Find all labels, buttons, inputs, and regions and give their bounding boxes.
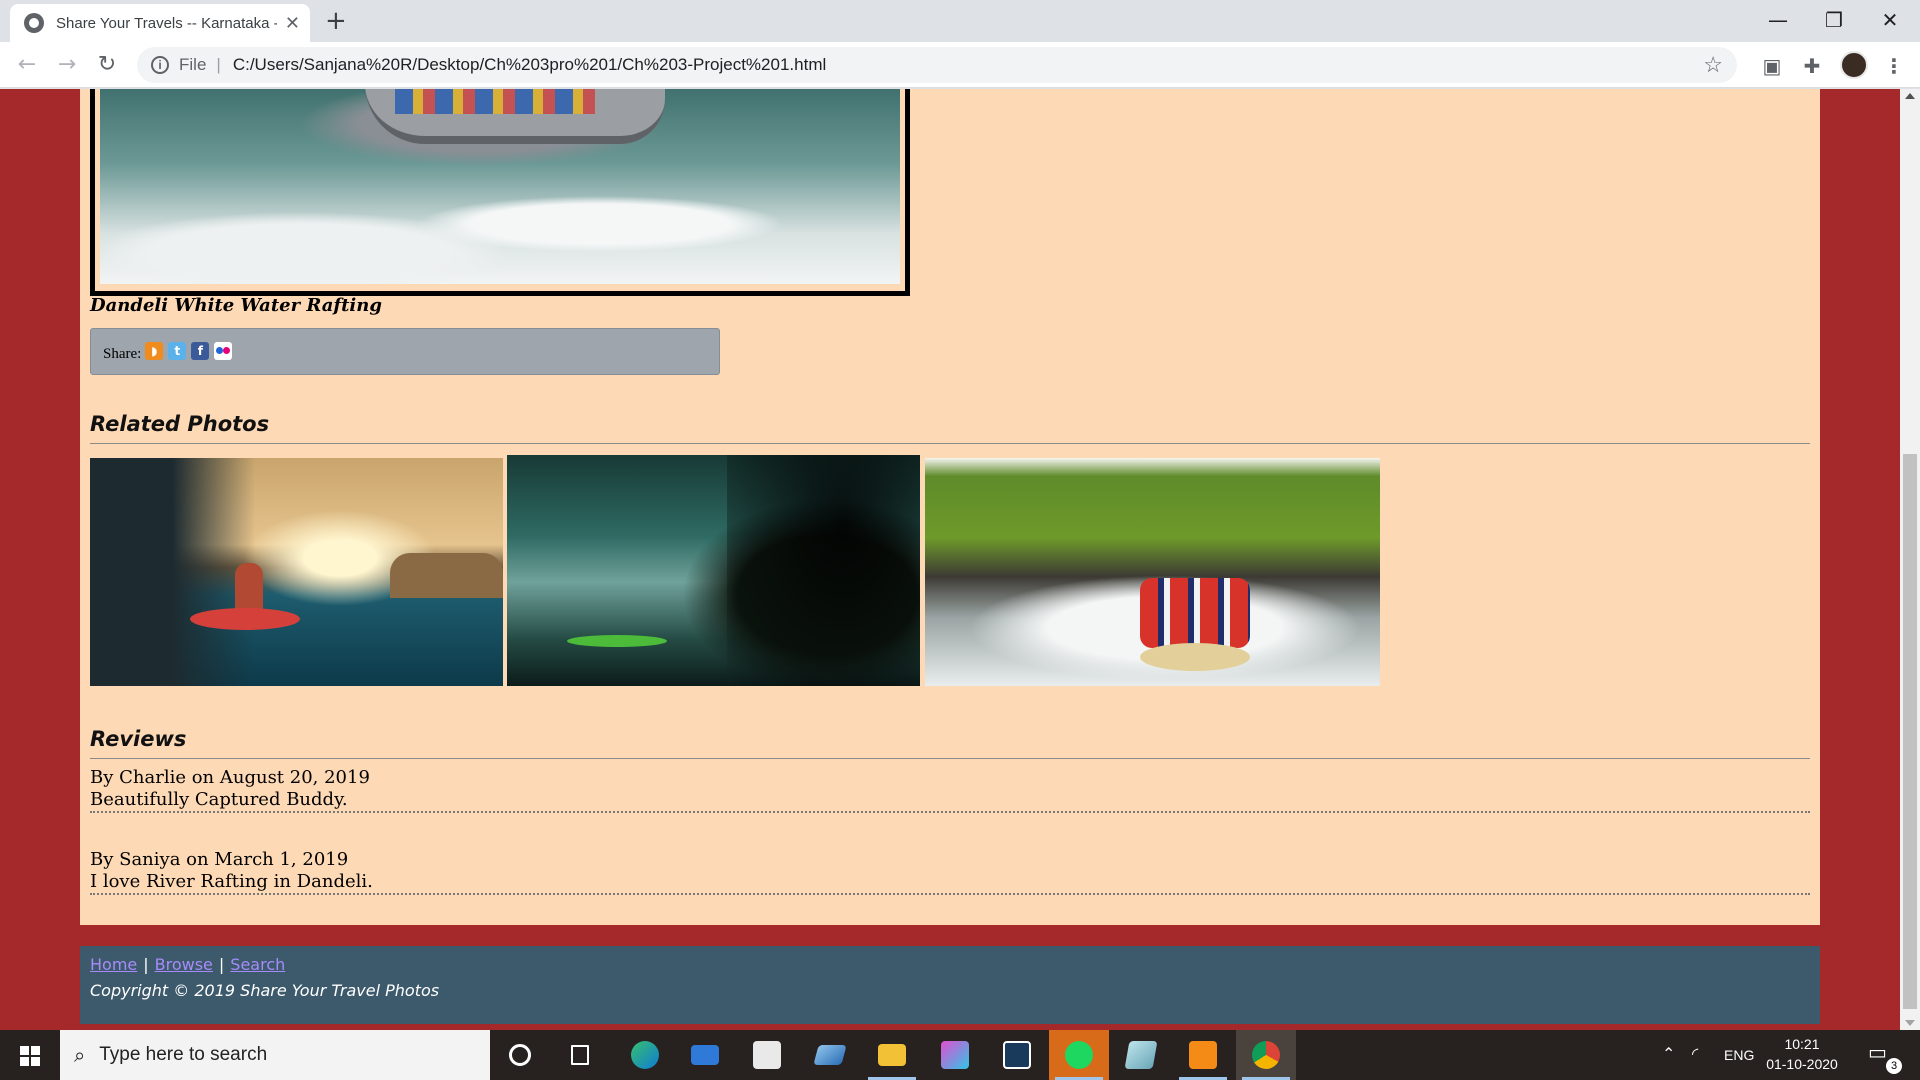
- notification-center-icon[interactable]: ▭ 3: [1868, 1040, 1902, 1074]
- share-box: Share: ◗ t f: [90, 328, 720, 375]
- search-placeholder: Type here to search: [99, 1044, 268, 1065]
- wifi-icon[interactable]: ◜: [1692, 1030, 1698, 1080]
- start-button[interactable]: [0, 1030, 60, 1080]
- flickr-icon[interactable]: [214, 341, 233, 360]
- cliff-shape: [390, 553, 503, 598]
- kayak-shape: [567, 635, 667, 647]
- kayak-shape: [190, 608, 300, 630]
- facebook-icon[interactable]: f: [191, 341, 210, 360]
- sublime-text-icon[interactable]: [1173, 1030, 1233, 1080]
- scrollbar-thumb[interactable]: [1903, 454, 1917, 1009]
- related-photos-heading: Related Photos: [90, 412, 270, 436]
- url-text[interactable]: C:/Users/Sanjana%20R/Desktop/Ch%203pro%2…: [233, 55, 826, 75]
- mail-icon[interactable]: [675, 1030, 735, 1080]
- paddler-shape: [235, 563, 263, 613]
- paint3d-icon[interactable]: [925, 1030, 985, 1080]
- footer-link-home[interactable]: Home: [90, 955, 137, 974]
- review-text: I love River Rafting in Dandeli.: [90, 871, 373, 892]
- related-divider: [90, 443, 1810, 444]
- scroll-down-arrow-icon[interactable]: [1905, 1020, 1915, 1026]
- notification-count: 3: [1886, 1058, 1902, 1074]
- main-photo-rafting: [90, 89, 910, 296]
- extensions-puzzle-icon[interactable]: ✚: [1798, 52, 1826, 80]
- tab-strip: Share Your Travels -- Karnataka - ✕ + — …: [0, 0, 1920, 42]
- page-scrollbar[interactable]: [1900, 89, 1920, 1030]
- clock-time: 10:21: [1784, 1036, 1820, 1052]
- rafters-shape: [1140, 578, 1250, 648]
- info-icon[interactable]: i: [151, 56, 169, 74]
- store-icon[interactable]: [737, 1030, 797, 1080]
- related-photo-kayak-sunset[interactable]: [90, 458, 503, 686]
- clock-date: 01-10-2020: [1766, 1056, 1838, 1072]
- minimize-button[interactable]: —: [1750, 2, 1806, 38]
- windows-logo-icon: [20, 1046, 40, 1066]
- footer-link-browse[interactable]: Browse: [155, 955, 213, 974]
- restore-button[interactable]: ❐: [1806, 2, 1862, 38]
- review-item: By Saniya on March 1, 2019 I love River …: [90, 849, 1810, 895]
- rss-icon[interactable]: ◗: [145, 341, 164, 360]
- edge-icon[interactable]: [615, 1030, 675, 1080]
- reload-icon[interactable]: ↻: [92, 50, 122, 80]
- new-tab-button[interactable]: +: [325, 6, 347, 36]
- cortana-icon[interactable]: [490, 1030, 550, 1080]
- language-indicator[interactable]: ENG: [1724, 1030, 1754, 1080]
- twitter-icon[interactable]: t: [168, 341, 187, 360]
- raft-shape: [1140, 643, 1250, 671]
- page-viewport: Dandeli White Water Rafting Share: ◗ t f…: [0, 89, 1900, 1030]
- notes-icon[interactable]: [1111, 1030, 1171, 1080]
- browser-tab[interactable]: Share Your Travels -- Karnataka - ✕: [10, 4, 310, 42]
- spotify-icon[interactable]: [1049, 1030, 1109, 1080]
- url-separator: |: [216, 55, 221, 74]
- footer-links: Home | Browse | Search: [90, 952, 1810, 978]
- task-view-icon[interactable]: [550, 1030, 610, 1080]
- tab-title: Share Your Travels -- Karnataka -: [56, 14, 277, 32]
- globe-icon: [24, 13, 44, 33]
- footer-separator: |: [218, 955, 225, 974]
- menu-kebab-icon[interactable]: ⋮: [1880, 52, 1908, 80]
- forward-arrow-icon[interactable]: →: [52, 50, 82, 80]
- copyright-text: Copyright © 2019 Share Your Travel Photo…: [90, 981, 440, 1000]
- rafters-shape: [395, 89, 595, 114]
- taskbar-clock[interactable]: 10:21 01-10-2020: [1762, 1034, 1842, 1074]
- review-text: Beautifully Captured Buddy.: [90, 789, 348, 810]
- search-icon: ⌕: [74, 1043, 86, 1067]
- url-scheme-label: File: [179, 55, 207, 74]
- profile-avatar[interactable]: [1840, 51, 1868, 79]
- scroll-up-arrow-icon[interactable]: [1905, 93, 1915, 99]
- dev-tool-icon[interactable]: [987, 1030, 1047, 1080]
- reviews-divider: [90, 758, 1810, 759]
- main-content: Dandeli White Water Rafting Share: ◗ t f…: [80, 89, 1820, 925]
- photo-caption: Dandeli White Water Rafting: [90, 295, 382, 316]
- windows-taskbar: ⌕ Type here to search ⌃ ◜ ENG 10:21 01-1…: [0, 1030, 1920, 1080]
- chrome-icon[interactable]: [1236, 1030, 1296, 1080]
- taskbar-search[interactable]: ⌕ Type here to search: [60, 1030, 490, 1080]
- review-list: By Charlie on August 20, 2019 Beautifull…: [90, 767, 1810, 931]
- tray-overflow-chevron-icon[interactable]: ⌃: [1662, 1030, 1675, 1080]
- page-footer: Home | Browse | Search Copyright © 2019 Shar…: [80, 946, 1820, 1024]
- related-photo-kayak-forest[interactable]: [507, 455, 920, 686]
- footer-link-search[interactable]: Search: [230, 955, 285, 974]
- footer-separator: |: [143, 955, 149, 974]
- tree-shape: [727, 455, 920, 686]
- browser-toolbar: ← → ↻ i File | C:/Users/Sanjana%20R/Desk…: [0, 42, 1920, 88]
- extension-box-icon[interactable]: ▣: [1758, 52, 1786, 80]
- related-photo-rafting[interactable]: [925, 458, 1380, 686]
- close-window-button[interactable]: ✕: [1862, 2, 1918, 38]
- close-tab-icon[interactable]: ✕: [285, 13, 300, 34]
- bookmark-star-icon[interactable]: ☆: [1703, 52, 1723, 78]
- remote-desktop-icon[interactable]: [800, 1030, 860, 1080]
- file-explorer-icon[interactable]: [862, 1030, 922, 1080]
- review-byline: By Saniya on March 1, 2019: [90, 849, 349, 870]
- share-label: Share:: [103, 346, 142, 362]
- address-bar[interactable]: i File | C:/Users/Sanjana%20R/Desktop/Ch…: [137, 47, 1737, 83]
- reviews-heading: Reviews: [90, 727, 187, 751]
- review-byline: By Charlie on August 20, 2019: [90, 767, 370, 788]
- back-arrow-icon[interactable]: ←: [12, 50, 42, 80]
- review-item: By Charlie on August 20, 2019 Beautifull…: [90, 767, 1810, 813]
